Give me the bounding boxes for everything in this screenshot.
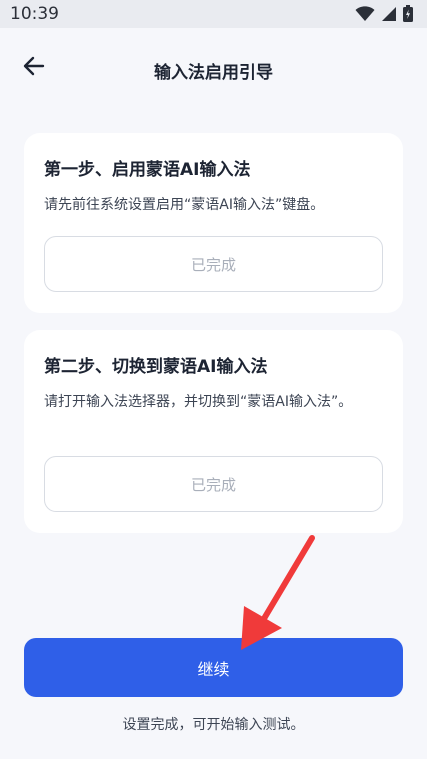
step-card-1: 第一步、启用蒙语AI输入法 请先前往系统设置启用“蒙语AI输入法”键盘。 已完成 (24, 133, 403, 313)
status-bar: 10:39 (0, 0, 427, 28)
step-1-description: 请先前往系统设置启用“蒙语AI输入法”键盘。 (44, 197, 325, 213)
status-icons (355, 5, 413, 22)
app-bar: 输入法启用引导 (0, 28, 427, 108)
step-2-done-button[interactable]: 已完成 (44, 456, 383, 512)
signal-icon (381, 6, 397, 22)
wifi-icon (355, 5, 375, 22)
step-2-title: 第二步、切换到蒙语AI输入法 (44, 357, 268, 377)
battery-icon (403, 5, 413, 22)
footer-hint: 设置完成，可开始输入测试。 (122, 717, 305, 733)
step-card-2: 第二步、切换到蒙语AI输入法 请打开输入法选择器，并切换到“蒙语AI输入法”。 … (24, 330, 403, 533)
step-1-done-button[interactable]: 已完成 (44, 236, 383, 292)
continue-button[interactable]: 继续 (24, 638, 403, 697)
page-title: 输入法启用引导 (154, 63, 273, 83)
step-1-title: 第一步、启用蒙语AI输入法 (44, 160, 251, 180)
status-time: 10:39 (10, 4, 59, 24)
step-2-description: 请打开输入法选择器，并切换到“蒙语AI输入法”。 (44, 394, 353, 410)
